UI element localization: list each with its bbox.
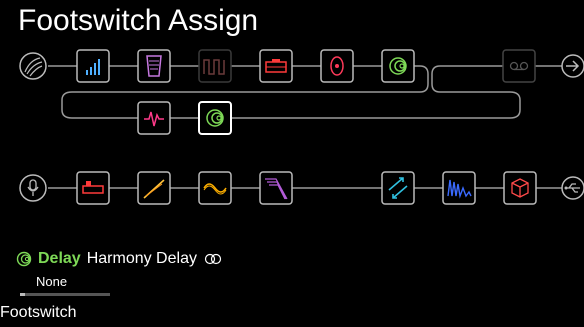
output-arrow-icon[interactable] [561, 54, 584, 78]
footswitch-knob-fill [20, 293, 25, 296]
usb-output-icon[interactable] [561, 176, 584, 200]
speaker-cab-icon[interactable] [320, 49, 354, 83]
parameter-label: Footswitch [0, 304, 77, 321]
chain-wires-1 [48, 65, 562, 119]
distortion-icon[interactable] [137, 171, 171, 205]
delay-category-icon [16, 251, 32, 267]
footswitch-knob-bar[interactable] [20, 293, 110, 296]
wah-icon[interactable] [442, 171, 476, 205]
amp-head-icon[interactable] [259, 49, 293, 83]
pitch-icon[interactable] [381, 171, 415, 205]
eq-graphic-icon[interactable] [76, 49, 110, 83]
volume-pedal-icon[interactable] [137, 49, 171, 83]
stereo-icon [204, 253, 222, 265]
model-category: Delay [38, 250, 81, 267]
cab-cube-icon[interactable] [503, 171, 537, 205]
model-name: Harmony Delay [86, 250, 197, 267]
looper-icon[interactable] [502, 49, 536, 83]
synth-filter-icon[interactable] [137, 101, 171, 135]
mic-input-icon[interactable] [19, 174, 47, 202]
guitar-input-icon[interactable] [19, 52, 47, 80]
empty-slot-icon[interactable] [198, 49, 232, 83]
filter-icon[interactable] [259, 171, 293, 205]
model-row: Delay Harmony Delay [16, 248, 223, 270]
preamp-icon[interactable] [76, 171, 110, 205]
modulation-icon[interactable] [198, 171, 232, 205]
signal-chain [19, 49, 584, 205]
delay-icon[interactable] [381, 49, 415, 83]
harmony-delay-icon[interactable] [198, 101, 232, 135]
footswitch-value[interactable]: None [36, 274, 67, 289]
footswitch-assign-screen: Footswitch Assign Delay Harmony Delay No… [0, 0, 584, 327]
